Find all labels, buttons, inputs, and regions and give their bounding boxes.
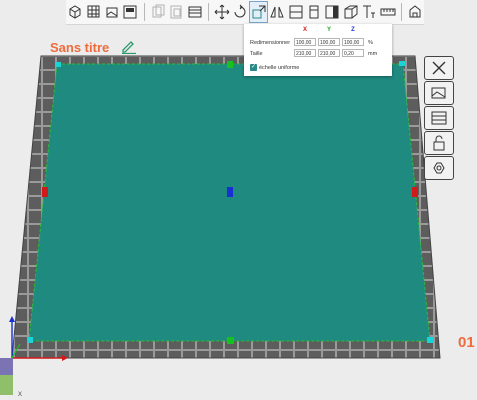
mid-handle-top[interactable] [227,61,233,68]
corner-handle-top-right[interactable] [399,61,405,66]
corner-handle-bottom-right[interactable] [427,337,433,343]
center-handle[interactable] [227,187,233,197]
import-image-icon[interactable] [104,2,120,22]
close-icon [432,61,446,75]
layout-icon[interactable] [122,2,138,22]
mid-handle-bottom[interactable] [227,337,234,344]
image-icon [431,87,446,99]
grid-icon[interactable] [85,2,101,22]
add-object-icon[interactable] [67,2,83,22]
paste-icon[interactable] [168,2,184,22]
toolbar-separator [400,3,402,21]
main-toolbar [66,0,424,25]
toolbar-separator [143,3,145,21]
lock-button[interactable] [424,131,454,155]
resize-y-input[interactable]: 100,00 [318,38,340,46]
resize-x-input[interactable]: 100,00 [294,38,316,46]
size-label: Taille [250,51,263,57]
align-icon[interactable] [306,2,322,22]
copy-icon[interactable] [150,2,166,22]
resize-unit: % [368,40,373,46]
size-z-input[interactable]: 0,20 [342,49,364,57]
shape-tool-button[interactable] [424,156,454,180]
mirror-icon[interactable] [269,2,285,22]
size-unit: mm [368,51,378,57]
panel-button[interactable] [424,106,454,130]
shape-icon[interactable] [407,2,423,22]
panel-icon [431,111,447,125]
build-plate-viewport[interactable] [0,0,477,400]
build-plate[interactable] [28,63,431,342]
layer-indicator: 01 [458,334,475,351]
edit-title-icon[interactable] [121,38,137,54]
axis-x-header: X [302,27,307,33]
image-button[interactable] [424,81,454,105]
mid-handle-right[interactable] [412,187,418,197]
resize-z-input[interactable]: 100,00 [342,38,364,46]
size-x-input[interactable]: 210,00 [294,49,316,57]
shape-tool-icon [433,162,445,174]
uniform-scale-label: échelle uniforme [259,65,300,71]
mid-handle-left[interactable] [42,187,48,197]
resize-label: Redimensionner [250,40,291,46]
split-icon[interactable] [287,2,303,22]
scale-icon[interactable] [249,1,268,23]
project-title: Sans titre [50,40,110,55]
corner-handle-top-left[interactable] [55,62,61,67]
cut-icon[interactable] [324,2,340,22]
scale-panel: X Y Z Redimensionner 100,00 100,00 100,0… [244,24,392,76]
uniform-scale-checkbox[interactable]: ✓ [250,64,257,71]
toolbar-separator [207,3,209,21]
layers-icon[interactable] [186,2,202,22]
lock-icon [433,135,445,151]
size-y-input[interactable]: 210,00 [318,49,340,57]
axis-y-header: Y [326,27,331,33]
rotate-icon[interactable] [232,2,248,22]
move-icon[interactable] [214,2,230,22]
text-icon[interactable] [361,2,377,22]
axis-z-header: Z [351,27,355,33]
ruler-icon[interactable] [379,2,396,22]
color-swatch-green [0,375,13,395]
color-swatch-purple [0,358,13,375]
delete-button[interactable] [424,56,454,80]
3d-box-icon[interactable] [343,2,359,22]
axis-x-label: X [18,392,23,398]
